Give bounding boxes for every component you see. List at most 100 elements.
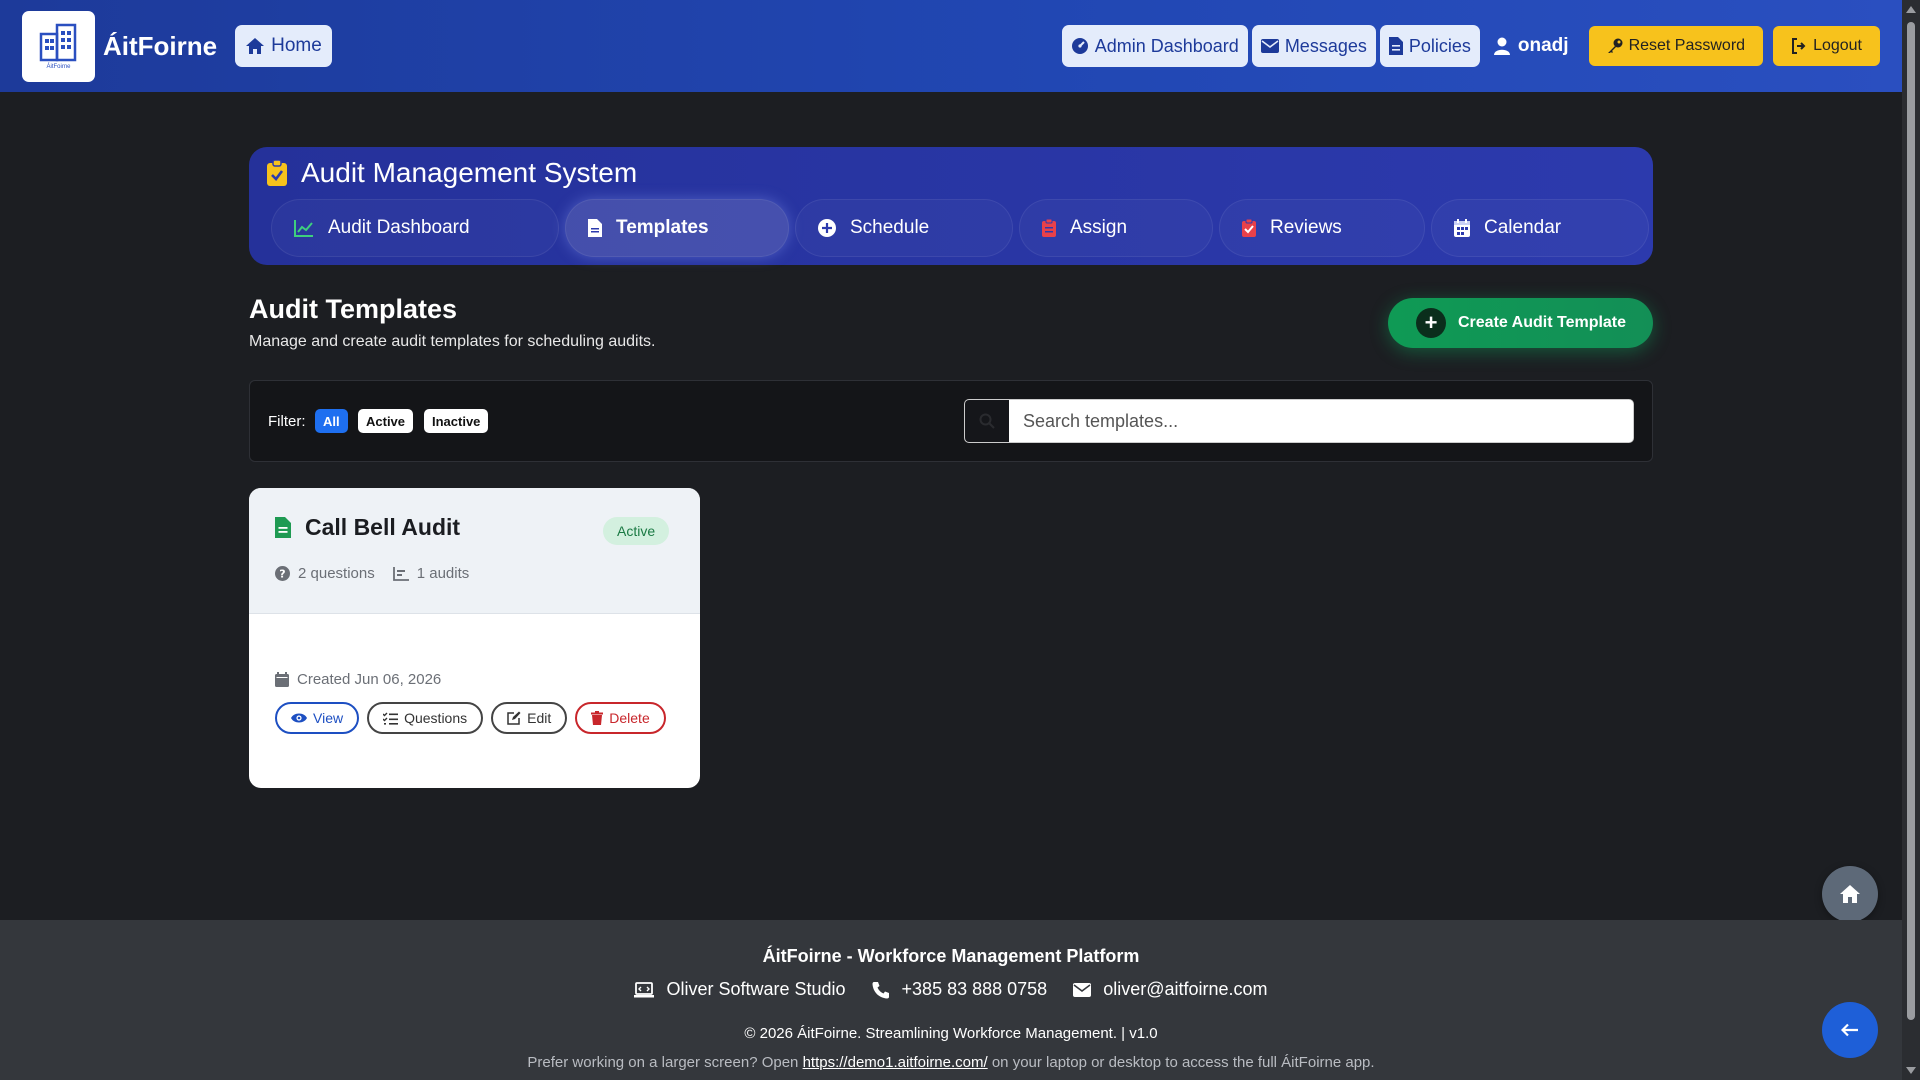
tab-reviews[interactable]: Reviews bbox=[1219, 199, 1425, 257]
audit-count-text: 1 audits bbox=[416, 565, 470, 582]
tab-label: Assign bbox=[1070, 217, 1128, 238]
reset-password-button[interactable]: Reset Password bbox=[1588, 26, 1764, 66]
footer-note-prefix: Prefer working on a larger screen? Open bbox=[527, 1054, 799, 1071]
arrow-left-icon bbox=[1841, 1023, 1858, 1037]
footer-note-suffix: on your laptop or desktop to access the … bbox=[991, 1054, 1375, 1071]
scroll-up-arrow[interactable] bbox=[1906, 6, 1916, 13]
template-card-header: Call Bell Audit Active ? 2 questions 1 a… bbox=[249, 488, 700, 614]
audit-system-title: Audit Management System bbox=[267, 157, 637, 189]
navbar-right: Admin Dashboard Messages Policies onadj … bbox=[1061, 25, 1880, 67]
footer-note: Prefer working on a larger screen? Open … bbox=[0, 1054, 1902, 1071]
logout-icon bbox=[1792, 38, 1806, 54]
audit-header-panel: Audit Management System Audit Dashboard … bbox=[249, 147, 1653, 265]
question-count-text: 2 questions bbox=[298, 565, 375, 582]
trash-icon bbox=[591, 711, 604, 725]
create-audit-template-button[interactable]: + Create Audit Template bbox=[1388, 298, 1653, 348]
envelope-icon bbox=[1073, 982, 1092, 997]
floating-back-button[interactable] bbox=[1822, 1002, 1878, 1058]
floating-home-button[interactable] bbox=[1822, 866, 1878, 922]
template-card: Call Bell Audit Active ? 2 questions 1 a… bbox=[249, 488, 700, 788]
logout-button[interactable]: Logout bbox=[1773, 26, 1880, 66]
reset-password-label: Reset Password bbox=[1628, 37, 1746, 54]
gauge-icon bbox=[1071, 38, 1088, 54]
edit-label: Edit bbox=[527, 710, 552, 726]
scroll-thumb[interactable] bbox=[1907, 22, 1915, 1020]
search-box bbox=[964, 399, 1634, 443]
filter-all-button[interactable]: All bbox=[315, 409, 348, 433]
question-count: ? 2 questions bbox=[275, 565, 375, 582]
key-icon bbox=[1607, 38, 1623, 53]
question-circle-icon: ? bbox=[275, 566, 290, 581]
file-icon bbox=[588, 219, 602, 237]
list-check-icon bbox=[383, 712, 399, 725]
home-button[interactable]: Home bbox=[235, 25, 332, 67]
admin-dashboard-button[interactable]: Admin Dashboard bbox=[1061, 25, 1248, 67]
laptop-code-icon bbox=[634, 981, 655, 997]
search-button[interactable] bbox=[965, 400, 1009, 442]
search-icon bbox=[979, 413, 995, 429]
clipboard-check-icon bbox=[1242, 219, 1256, 237]
footer-email[interactable]: oliver@aitfoirne.com bbox=[1073, 979, 1268, 1000]
template-title-text: Call Bell Audit bbox=[305, 514, 461, 540]
created-date-text: Created Jun 06, 2026 bbox=[297, 671, 442, 688]
admin-dashboard-label: Admin Dashboard bbox=[1094, 35, 1239, 56]
audit-tabs: Audit Dashboard Templates Schedule Assig… bbox=[271, 199, 1649, 257]
page-scrollbar[interactable] bbox=[1902, 0, 1920, 1080]
calendar-icon bbox=[1454, 219, 1470, 237]
questions-label: Questions bbox=[404, 710, 468, 726]
footer-phone[interactable]: +385 83 888 0758 bbox=[872, 979, 1048, 1000]
file-text-icon bbox=[275, 517, 291, 538]
logout-label: Logout bbox=[1813, 37, 1862, 54]
tab-label: Audit Dashboard bbox=[328, 217, 470, 238]
view-label: View bbox=[313, 710, 344, 726]
status-badge: Active bbox=[603, 517, 670, 545]
footer-phone-text: +385 83 888 0758 bbox=[901, 979, 1048, 999]
footer-company: Oliver Software Studio bbox=[634, 979, 846, 1000]
clipboard-icon bbox=[1042, 219, 1056, 237]
page-subtitle: Manage and create audit templates for sc… bbox=[249, 333, 656, 350]
tab-calendar[interactable]: Calendar bbox=[1431, 199, 1649, 257]
user-icon bbox=[1493, 37, 1510, 55]
filter-active-button[interactable]: Active bbox=[358, 409, 414, 433]
plus-circle-icon bbox=[818, 219, 836, 237]
tab-label: Schedule bbox=[850, 217, 930, 238]
view-button[interactable]: View bbox=[275, 702, 360, 734]
audit-count: 1 audits bbox=[392, 565, 470, 582]
questions-button[interactable]: Questions bbox=[367, 702, 484, 734]
tab-audit-dashboard[interactable]: Audit Dashboard bbox=[271, 199, 559, 257]
create-audit-template-label: Create Audit Template bbox=[1458, 314, 1627, 331]
tab-templates[interactable]: Templates bbox=[565, 199, 789, 257]
filter-label: Filter: bbox=[268, 413, 306, 430]
template-actions: View Questions Edit Delete bbox=[275, 702, 666, 734]
messages-label: Messages bbox=[1284, 35, 1367, 56]
delete-button[interactable]: Delete bbox=[575, 702, 666, 734]
policies-label: Policies bbox=[1408, 35, 1471, 56]
template-title[interactable]: Call Bell Audit bbox=[275, 514, 460, 541]
chart-line-icon bbox=[294, 220, 313, 237]
chart-bar-icon bbox=[392, 566, 409, 581]
policies-button[interactable]: Policies bbox=[1379, 25, 1480, 67]
messages-button[interactable]: Messages bbox=[1251, 25, 1376, 67]
user-menu[interactable]: onadj bbox=[1493, 35, 1569, 57]
footer-app-link[interactable]: https://demo1.aitfoirne.com/ bbox=[803, 1054, 988, 1071]
document-icon bbox=[1388, 37, 1403, 55]
footer: ÁitFoirne - Workforce Management Platfor… bbox=[0, 920, 1902, 1080]
template-meta: ? 2 questions 1 audits bbox=[275, 565, 469, 582]
footer-contacts: Oliver Software Studio +385 83 888 0758 … bbox=[0, 979, 1902, 1000]
home-icon bbox=[246, 38, 265, 54]
building-icon bbox=[39, 23, 76, 62]
tab-assign[interactable]: Assign bbox=[1019, 199, 1213, 257]
brand-name[interactable]: ÁitFoirne bbox=[103, 31, 217, 62]
edit-button[interactable]: Edit bbox=[491, 702, 568, 734]
brand-logo[interactable]: ÁitFoirne bbox=[22, 10, 95, 82]
edit-icon bbox=[507, 711, 521, 725]
tab-label: Reviews bbox=[1270, 217, 1342, 238]
search-input[interactable] bbox=[1009, 400, 1633, 442]
brand-logo-text: ÁitFoirne bbox=[46, 64, 71, 70]
footer-email-text: oliver@aitfoirne.com bbox=[1103, 979, 1268, 999]
filter-inactive-button[interactable]: Inactive bbox=[424, 409, 489, 433]
tab-schedule[interactable]: Schedule bbox=[795, 199, 1013, 257]
scroll-down-arrow[interactable] bbox=[1906, 1067, 1916, 1074]
footer-title: ÁitFoirne - Workforce Management Platfor… bbox=[762, 946, 1140, 966]
username: onadj bbox=[1517, 35, 1569, 56]
